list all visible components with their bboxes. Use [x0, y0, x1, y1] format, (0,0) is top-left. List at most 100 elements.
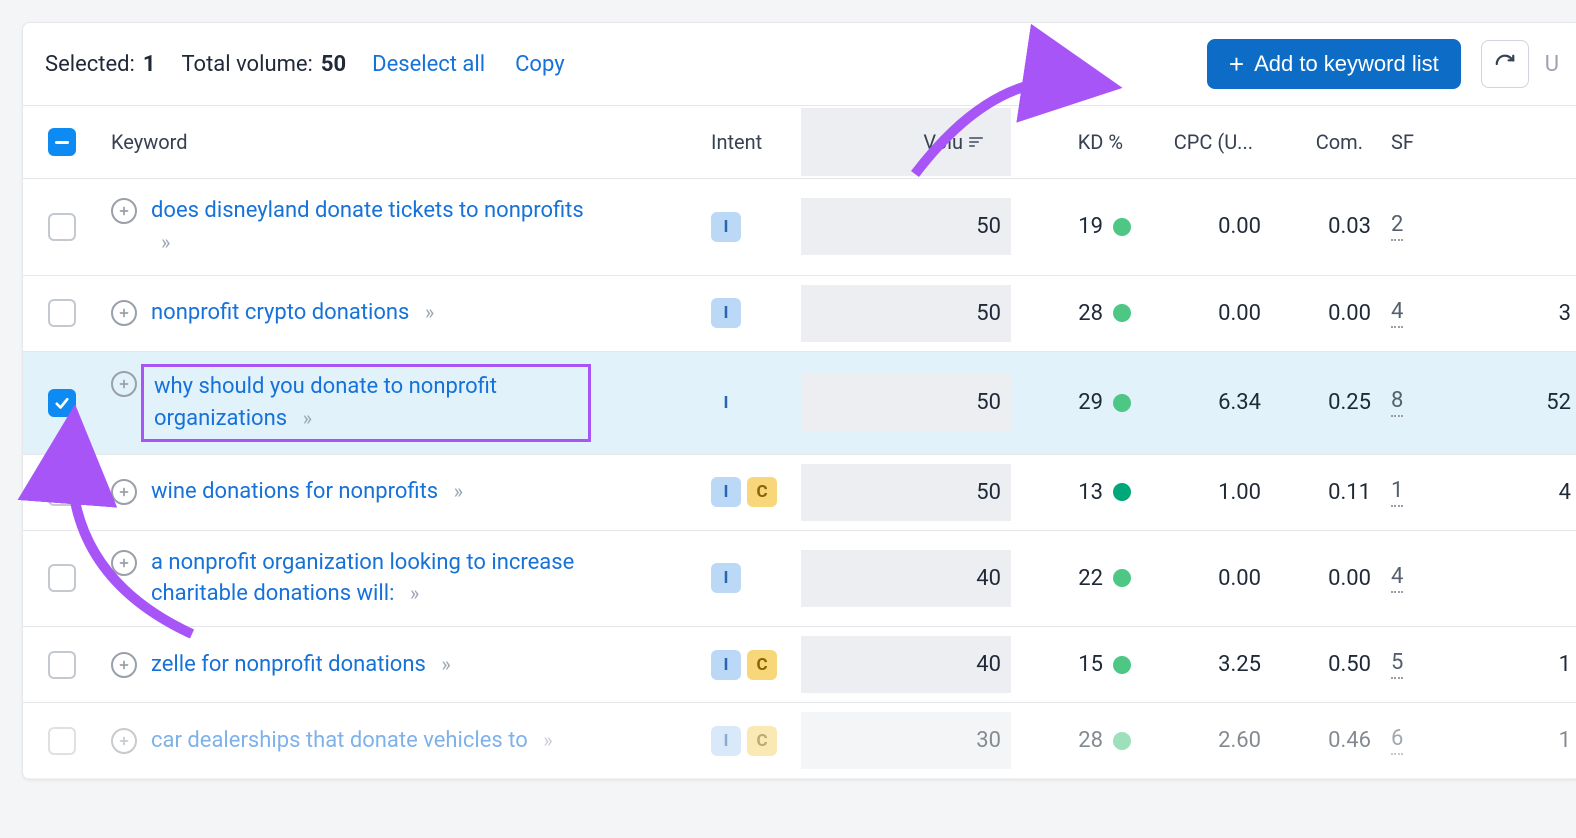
table-row: nonprofit crypto donations »I50280.000.0… — [23, 276, 1576, 352]
intent-badge: I — [711, 726, 741, 756]
keyword-link[interactable]: a nonprofit organization looking to incr… — [151, 547, 601, 611]
keyword-link[interactable]: does disneyland donate tickets to nonpro… — [151, 195, 601, 259]
row-checkbox[interactable] — [48, 651, 76, 679]
intent-badge: I — [711, 212, 741, 242]
cell-sf[interactable]: 4 — [1391, 299, 1403, 328]
cell-volume: 50 — [801, 198, 1011, 255]
cell-cpc: 0.00 — [1141, 285, 1271, 342]
add-to-keyword-list-button[interactable]: + Add to keyword list — [1207, 39, 1461, 89]
cell-com: 0.00 — [1271, 550, 1381, 607]
cell-sf[interactable]: 8 — [1391, 388, 1403, 417]
expand-icon[interactable] — [111, 371, 137, 397]
expand-icon[interactable] — [111, 300, 137, 326]
chevrons-icon: » — [425, 298, 434, 327]
plus-icon: + — [1229, 51, 1244, 77]
deselect-all-link[interactable]: Deselect all — [372, 52, 485, 77]
keyword-link[interactable]: car dealerships that donate vehicles to … — [151, 725, 553, 757]
cell-cpc: 0.00 — [1141, 198, 1271, 255]
chevrons-icon: » — [303, 404, 312, 433]
cell-trailing: 1 — [1451, 636, 1576, 693]
cell-com: 0.03 — [1271, 198, 1381, 255]
kd-difficulty-dot — [1113, 483, 1131, 501]
cell-kd: 15 — [1011, 636, 1141, 693]
chevrons-icon: » — [410, 579, 419, 608]
total-volume-label: Total volume: — [181, 52, 312, 77]
row-checkbox[interactable] — [48, 299, 76, 327]
cell-sf[interactable]: 2 — [1391, 212, 1403, 241]
cell-volume: 50 — [801, 285, 1011, 342]
cell-kd: 13 — [1011, 464, 1141, 521]
intent-badge: I — [711, 563, 741, 593]
kd-difficulty-dot — [1113, 304, 1131, 322]
update-fragment: U — [1545, 52, 1559, 77]
cell-com: 0.00 — [1271, 285, 1381, 342]
row-checkbox[interactable] — [48, 478, 76, 506]
intent-badge: I — [711, 650, 741, 680]
intent-badge: I — [711, 298, 741, 328]
keyword-link[interactable]: zelle for nonprofit donations » — [151, 649, 451, 681]
keyword-link[interactable]: nonprofit crypto donations » — [151, 297, 434, 329]
row-checkbox[interactable] — [48, 564, 76, 592]
row-checkbox[interactable] — [48, 213, 76, 241]
cell-kd: 22 — [1011, 550, 1141, 607]
copy-link[interactable]: Copy — [515, 52, 565, 77]
column-com[interactable]: Com. — [1271, 108, 1381, 176]
keyword-link[interactable]: why should you donate to nonprofit organ… — [141, 364, 591, 442]
cell-com: 0.11 — [1271, 464, 1381, 521]
column-keyword[interactable]: Keyword — [101, 108, 701, 176]
cell-trailing — [1451, 562, 1576, 594]
intent-badge: I — [711, 388, 741, 418]
cell-volume: 40 — [801, 550, 1011, 607]
add-button-label: Add to keyword list — [1254, 51, 1439, 77]
expand-icon[interactable] — [111, 198, 137, 224]
cell-cpc: 0.00 — [1141, 550, 1271, 607]
intent-badge: C — [747, 650, 777, 680]
cell-volume: 50 — [801, 374, 1011, 431]
expand-icon[interactable] — [111, 728, 137, 754]
chevrons-icon: » — [543, 726, 552, 755]
intent-badge: C — [747, 477, 777, 507]
table-row: zelle for nonprofit donations »IC40153.2… — [23, 627, 1576, 703]
cell-trailing: 1 — [1451, 712, 1576, 769]
table-row: wine donations for nonprofits »IC50131.0… — [23, 455, 1576, 531]
refresh-button[interactable] — [1481, 40, 1529, 88]
cell-volume: 50 — [801, 464, 1011, 521]
expand-icon[interactable] — [111, 550, 137, 576]
column-kd[interactable]: KD % — [1011, 108, 1141, 176]
row-checkbox[interactable] — [48, 727, 76, 755]
select-all-checkbox[interactable] — [48, 128, 76, 156]
selected-count: 1 — [143, 52, 156, 77]
cell-sf[interactable]: 6 — [1391, 726, 1403, 755]
keyword-link[interactable]: wine donations for nonprofits » — [151, 476, 463, 508]
cell-kd: 29 — [1011, 374, 1141, 431]
kd-difficulty-dot — [1113, 218, 1131, 236]
cell-cpc: 6.34 — [1141, 374, 1271, 431]
cell-sf[interactable]: 5 — [1391, 650, 1403, 679]
expand-icon[interactable] — [111, 479, 137, 505]
column-intent[interactable]: Intent — [701, 108, 801, 176]
table-row: a nonprofit organization looking to incr… — [23, 531, 1576, 628]
column-sf[interactable]: SF — [1381, 108, 1451, 176]
cell-kd: 19 — [1011, 198, 1141, 255]
cell-kd: 28 — [1011, 712, 1141, 769]
toolbar: Selected: 1 Total volume: 50 Deselect al… — [23, 23, 1576, 105]
cell-volume: 40 — [801, 636, 1011, 693]
expand-icon[interactable] — [111, 652, 137, 678]
cell-cpc: 2.60 — [1141, 712, 1271, 769]
kd-difficulty-dot — [1113, 394, 1131, 412]
sort-desc-icon — [969, 137, 983, 147]
cell-trailing: 4 — [1451, 464, 1576, 521]
cell-sf[interactable]: 1 — [1391, 478, 1403, 507]
column-volume[interactable]: Volu — [801, 108, 1011, 176]
column-cpc[interactable]: CPC (U... — [1141, 108, 1271, 176]
kd-difficulty-dot — [1113, 656, 1131, 674]
cell-cpc: 3.25 — [1141, 636, 1271, 693]
row-checkbox[interactable] — [48, 389, 76, 417]
kd-difficulty-dot — [1113, 732, 1131, 750]
table-header: Keyword Intent Volu KD % CPC (U... Com. … — [23, 105, 1576, 179]
cell-com: 0.46 — [1271, 712, 1381, 769]
cell-com: 0.25 — [1271, 374, 1381, 431]
table-row: why should you donate to nonprofit organ… — [23, 352, 1576, 455]
cell-sf[interactable]: 4 — [1391, 564, 1403, 593]
table-row: does disneyland donate tickets to nonpro… — [23, 179, 1576, 276]
